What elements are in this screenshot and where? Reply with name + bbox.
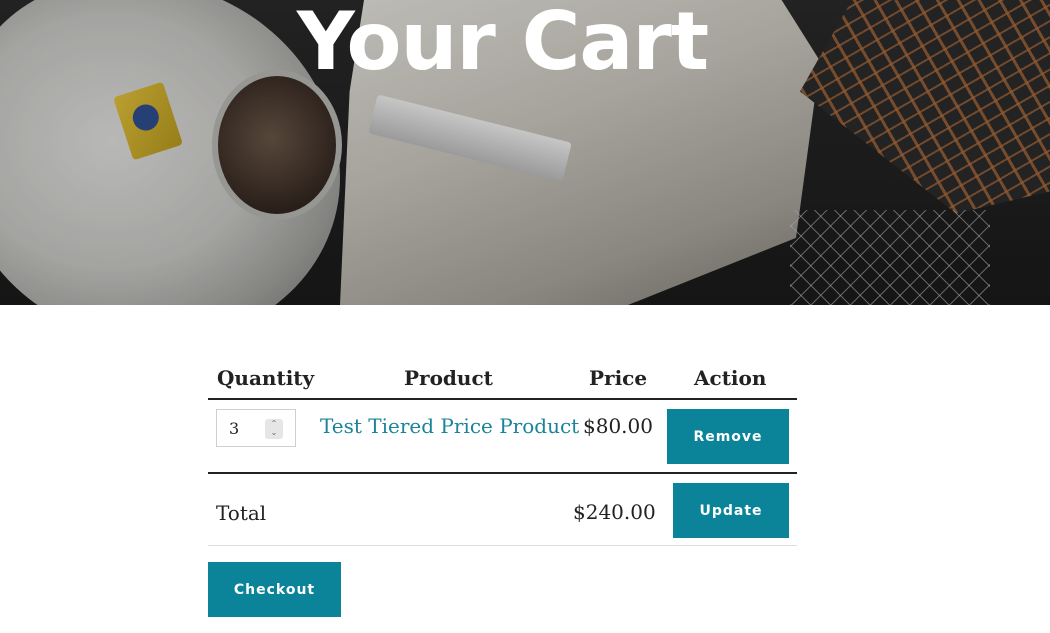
- quantity-input[interactable]: 3 ⌃ ⌄: [216, 409, 296, 447]
- header-action: Action: [694, 366, 767, 390]
- quantity-value: 3: [229, 419, 240, 438]
- cart-header-row: Quantity Product Price Action: [208, 358, 797, 400]
- page-title: Your Cart: [296, 0, 709, 88]
- cart-item-row: 3 ⌃ ⌄ Test Tiered Price Product $80.00 Re…: [208, 400, 797, 474]
- total-label: Total: [216, 501, 267, 525]
- remove-button[interactable]: Remove: [667, 409, 789, 464]
- header-product: Product: [404, 366, 493, 390]
- checkout-button[interactable]: Checkout: [208, 562, 341, 617]
- update-button[interactable]: Update: [673, 483, 789, 538]
- header-quantity: Quantity: [217, 366, 315, 390]
- hero-banner: Your Cart: [0, 0, 1050, 305]
- quantity-stepper-icon[interactable]: ⌃ ⌄: [265, 419, 283, 439]
- cart-table: Quantity Product Price Action 3 ⌃ ⌄ Test …: [208, 358, 797, 617]
- product-link[interactable]: Test Tiered Price Product: [320, 414, 579, 438]
- item-price: $80.00: [583, 414, 653, 438]
- cart-total-row: Total $240.00 Update: [208, 474, 797, 546]
- total-value: $240.00: [573, 500, 656, 524]
- header-price: Price: [589, 366, 648, 390]
